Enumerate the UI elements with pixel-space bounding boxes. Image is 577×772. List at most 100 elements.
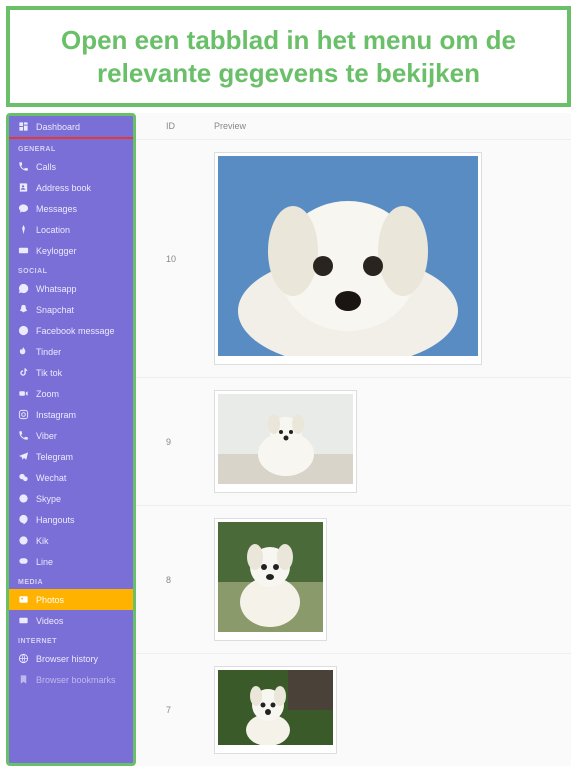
- hangouts-icon: [18, 514, 29, 525]
- instagram-icon: [18, 409, 29, 420]
- telegram-icon: [18, 451, 29, 462]
- sidebar-item-messages[interactable]: Messages: [9, 198, 133, 219]
- sidebar-item-label: Address book: [36, 183, 91, 193]
- sidebar-item-viber[interactable]: Viber: [9, 425, 133, 446]
- sidebar-item-label: Tik tok: [36, 368, 62, 378]
- sidebar-item-label: Browser bookmarks: [36, 675, 116, 685]
- sidebar-item-tiktok[interactable]: Tik tok: [9, 362, 133, 383]
- sidebar-item-instagram[interactable]: Instagram: [9, 404, 133, 425]
- keyboard-icon: [18, 245, 29, 256]
- instruction-banner: Open een tabblad in het menu om de relev…: [6, 6, 571, 107]
- sidebar-item-hangouts[interactable]: Hangouts: [9, 509, 133, 530]
- sidebar-item-dashboard[interactable]: Dashboard: [9, 116, 133, 137]
- sidebar-item-label: Browser history: [36, 654, 98, 664]
- sidebar-item-label: Location: [36, 225, 70, 235]
- sidebar-item-label: Snapchat: [36, 305, 74, 315]
- tiktok-icon: [18, 367, 29, 378]
- wechat-icon: [18, 472, 29, 483]
- photo-thumbnail[interactable]: [214, 152, 482, 365]
- sidebar-item-facebook[interactable]: Facebook message: [9, 320, 133, 341]
- sidebar-item-label: Tinder: [36, 347, 61, 357]
- sidebar-item-photos[interactable]: Photos: [9, 589, 133, 610]
- sidebar-item-label: Videos: [36, 616, 63, 626]
- banner-text: Open een tabblad in het menu om de relev…: [28, 24, 549, 89]
- skype-icon: [18, 493, 29, 504]
- sidebar-item-tinder[interactable]: Tinder: [9, 341, 133, 362]
- sidebar-item-label: Keylogger: [36, 246, 77, 256]
- row-preview: [214, 666, 541, 754]
- contacts-icon: [18, 182, 29, 193]
- row-preview: [214, 518, 541, 641]
- section-header-general: GENERAL: [9, 139, 133, 156]
- app-container: Dashboard GENERAL Calls Address book Mes…: [6, 113, 571, 766]
- sidebar-item-label: Calls: [36, 162, 56, 172]
- sidebar-item-label: Photos: [36, 595, 64, 605]
- column-preview: Preview: [214, 121, 541, 131]
- sidebar-item-calls[interactable]: Calls: [9, 156, 133, 177]
- row-id: 10: [166, 254, 214, 264]
- sidebar-item-line[interactable]: Line: [9, 551, 133, 572]
- row-preview: [214, 152, 541, 365]
- sidebar-item-whatsapp[interactable]: Whatsapp: [9, 278, 133, 299]
- photo-thumbnail[interactable]: [214, 666, 337, 754]
- sidebar-item-label: Whatsapp: [36, 284, 77, 294]
- sidebar-item-videos[interactable]: Videos: [9, 610, 133, 631]
- sidebar-item-kik[interactable]: Kik: [9, 530, 133, 551]
- globe-icon: [18, 653, 29, 664]
- sidebar: Dashboard GENERAL Calls Address book Mes…: [6, 113, 136, 766]
- sidebar-item-label: Viber: [36, 431, 57, 441]
- snapchat-icon: [18, 304, 29, 315]
- row-preview: [214, 390, 541, 493]
- main-content: ID Preview 10: [136, 113, 571, 766]
- table-row: 9: [136, 378, 571, 506]
- sidebar-item-label: Telegram: [36, 452, 73, 462]
- sidebar-item-browser-bookmarks[interactable]: Browser bookmarks: [9, 669, 133, 690]
- table-header: ID Preview: [136, 113, 571, 140]
- section-header-social: SOCIAL: [9, 261, 133, 278]
- sidebar-item-label: Skype: [36, 494, 61, 504]
- sidebar-item-keylogger[interactable]: Keylogger: [9, 240, 133, 261]
- dashboard-icon: [18, 121, 29, 132]
- column-id: ID: [166, 121, 214, 131]
- sidebar-item-label: Hangouts: [36, 515, 75, 525]
- sidebar-item-label: Dashboard: [36, 122, 80, 132]
- sidebar-item-label: Messages: [36, 204, 77, 214]
- sidebar-item-label: Facebook message: [36, 326, 115, 336]
- sidebar-item-zoom[interactable]: Zoom: [9, 383, 133, 404]
- row-id: 8: [166, 575, 214, 585]
- section-header-media: MEDIA: [9, 572, 133, 589]
- sidebar-item-skype[interactable]: Skype: [9, 488, 133, 509]
- videos-icon: [18, 615, 29, 626]
- viber-icon: [18, 430, 29, 441]
- sidebar-item-label: Zoom: [36, 389, 59, 399]
- line-icon: [18, 556, 29, 567]
- section-header-internet: INTERNET: [9, 631, 133, 648]
- zoom-icon: [18, 388, 29, 399]
- facebook-icon: [18, 325, 29, 336]
- table-row: 10: [136, 140, 571, 378]
- row-id: 7: [166, 705, 214, 715]
- whatsapp-icon: [18, 283, 29, 294]
- tinder-icon: [18, 346, 29, 357]
- sidebar-item-label: Kik: [36, 536, 49, 546]
- photos-icon: [18, 594, 29, 605]
- row-id: 9: [166, 437, 214, 447]
- photo-thumbnail[interactable]: [214, 390, 357, 493]
- sidebar-item-browser-history[interactable]: Browser history: [9, 648, 133, 669]
- table-row: 7: [136, 654, 571, 766]
- sidebar-item-wechat[interactable]: Wechat: [9, 467, 133, 488]
- message-icon: [18, 203, 29, 214]
- sidebar-item-label: Wechat: [36, 473, 66, 483]
- kik-icon: [18, 535, 29, 546]
- location-icon: [18, 224, 29, 235]
- bookmark-icon: [18, 674, 29, 685]
- sidebar-item-label: Instagram: [36, 410, 76, 420]
- sidebar-item-snapchat[interactable]: Snapchat: [9, 299, 133, 320]
- sidebar-item-location[interactable]: Location: [9, 219, 133, 240]
- sidebar-item-telegram[interactable]: Telegram: [9, 446, 133, 467]
- table-row: 8: [136, 506, 571, 654]
- sidebar-item-label: Line: [36, 557, 53, 567]
- photo-thumbnail[interactable]: [214, 518, 327, 641]
- sidebar-item-address-book[interactable]: Address book: [9, 177, 133, 198]
- phone-icon: [18, 161, 29, 172]
